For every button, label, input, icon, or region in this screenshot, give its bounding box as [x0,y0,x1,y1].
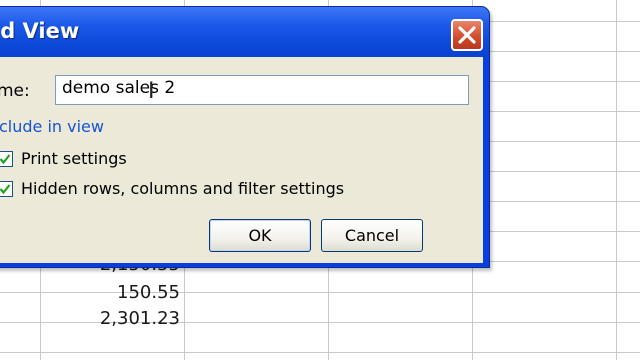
hidden-rows-checkbox[interactable] [0,181,13,197]
ok-button[interactable]: OK [209,219,311,252]
dialog-titlebar[interactable]: ld View [0,7,489,57]
dialog-body: me: demo sales 2 I clude in view Print s… [0,57,483,263]
ibeam-cursor-icon: I [148,79,155,104]
checkmark-icon [0,154,11,165]
add-view-dialog: ld View me: demo sales 2 I clude in view… [0,6,490,268]
close-button[interactable] [451,19,483,51]
checkmark-icon [0,184,11,195]
close-icon [458,26,476,44]
grid-row-line [0,352,640,353]
cell-value[interactable]: 150.55 [46,282,180,303]
include-in-view-label: clude in view [0,117,104,136]
cell-value[interactable]: 2,301.23 [46,308,180,329]
view-name-input[interactable]: demo sales 2 [55,75,469,105]
print-settings-checkbox[interactable] [0,151,13,167]
cancel-button[interactable]: Cancel [321,219,423,252]
dialog-title: ld View [0,19,80,43]
hidden-rows-label: Hidden rows, columns and filter settings [21,179,345,198]
name-label: me: [0,81,30,101]
grid-column-line [616,0,617,360]
print-settings-label: Print settings [21,149,127,168]
